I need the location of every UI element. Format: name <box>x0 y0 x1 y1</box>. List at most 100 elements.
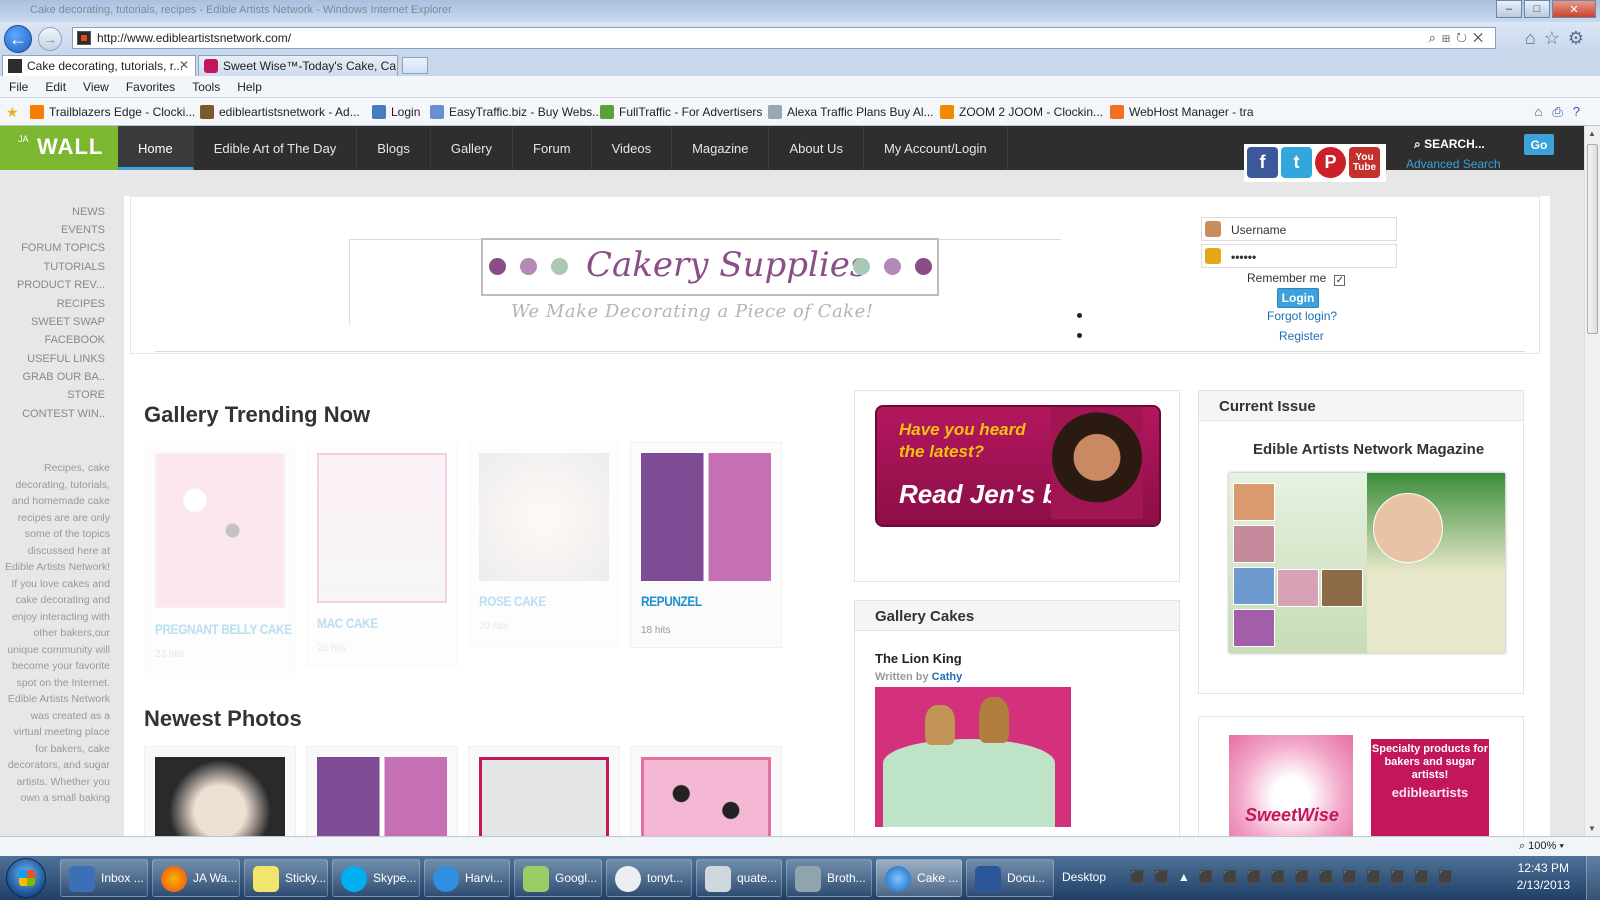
specialty-products-ad[interactable]: Specialty products for bakers and sugar … <box>1371 739 1489 836</box>
photo-thumbnail[interactable] <box>641 757 771 836</box>
desktop-toolbar[interactable]: Desktop <box>1062 870 1106 884</box>
photo-thumbnail[interactable] <box>479 757 609 836</box>
gallery-card[interactable]: ROSE CAKE 20 hits <box>468 442 620 648</box>
stop-icon[interactable]: ✕ <box>1473 30 1489 45</box>
gallery-title[interactable]: PREGNANT BELLY CAKE <box>155 621 292 637</box>
sidebar-item-useful-links[interactable]: USEFUL LINKS <box>27 353 105 365</box>
taskbar-item-word[interactable]: Docu... <box>966 859 1054 897</box>
close-tab-icon[interactable]: ✕ <box>179 58 189 72</box>
favorite-link[interactable]: Alexa Traffic Plans Buy Al... <box>768 105 934 119</box>
site-logo[interactable]: JA WALL <box>0 126 118 170</box>
minimize-button[interactable]: – <box>1496 0 1522 18</box>
gallery-thumbnail[interactable] <box>479 453 609 581</box>
show-desktop-button[interactable] <box>1586 856 1600 900</box>
author-link[interactable]: Cathy <box>932 671 963 683</box>
photo-thumbnail[interactable] <box>155 757 285 836</box>
page-scrollbar[interactable]: ▲ ▼ <box>1584 126 1600 836</box>
cakery-supplies-banner[interactable]: Cakery Supplies <box>481 238 939 296</box>
gear-icon[interactable]: ⚙ <box>1568 28 1592 48</box>
sidebar-item-events[interactable]: EVENTS <box>61 224 105 236</box>
facebook-icon[interactable]: f <box>1247 147 1278 178</box>
gallery-thumbnail[interactable] <box>317 453 447 603</box>
tab-cake-decorating[interactable]: Cake decorating, tutorials, r... ✕ <box>2 55 196 76</box>
password-field[interactable]: •••••• <box>1201 244 1397 268</box>
favorites-star-icon[interactable]: ☆ <box>1544 28 1568 48</box>
print-icon[interactable]: ⎙ <box>1552 104 1572 119</box>
sidebar-item-tutorials[interactable]: TUTORIALS <box>43 261 105 273</box>
scroll-down-icon[interactable]: ▼ <box>1588 824 1596 833</box>
taskbar-item-inbox[interactable]: Inbox ... <box>60 859 148 897</box>
taskbar-clock[interactable]: 12:43 PM 2/13/2013 <box>1517 860 1570 894</box>
taskbar-item-firefox[interactable]: JA Wa... <box>152 859 240 897</box>
menu-tools[interactable]: Tools <box>183 76 228 94</box>
address-url[interactable]: http://www.edibleartistsnetwork.com/ <box>97 31 291 45</box>
gallery-cake-title[interactable]: The Lion King <box>875 651 962 666</box>
zoom-level[interactable]: ⌕ 100% ▾ <box>1519 840 1564 853</box>
pinterest-icon[interactable]: P <box>1315 147 1346 178</box>
sidebar-item-forum-topics[interactable]: FORUM TOPICS <box>21 242 105 254</box>
jen-blog-ad[interactable]: Have you heard the latest? Read Jen's blo… <box>875 405 1161 527</box>
sidebar-item-recipes[interactable]: RECIPES <box>57 298 105 310</box>
scroll-up-icon[interactable]: ▲ <box>1588 129 1596 138</box>
youtube-icon[interactable]: You Tube <box>1349 147 1380 178</box>
nav-videos[interactable]: Videos <box>592 126 673 170</box>
sidebar-item-facebook[interactable]: FACEBOOK <box>44 334 105 346</box>
forward-button[interactable]: → <box>38 27 62 51</box>
compat-view-icon[interactable]: ⊞ <box>1442 30 1456 45</box>
start-button[interactable] <box>6 858 46 898</box>
menu-edit[interactable]: Edit <box>36 76 74 94</box>
favorites-star-icon[interactable]: ★ <box>6 104 19 121</box>
maximize-button[interactable]: □ <box>1524 0 1550 18</box>
help-icon[interactable]: ? <box>1573 104 1590 119</box>
register-link[interactable]: Register <box>1279 329 1324 343</box>
taskbar-item-tonyt[interactable]: tonyt... <box>606 859 692 897</box>
gallery-thumbnail[interactable] <box>641 453 771 581</box>
scrollbar-thumb[interactable] <box>1587 144 1598 334</box>
login-button[interactable]: Login <box>1277 288 1319 308</box>
favorite-link[interactable]: edibleartistsnetwork - Ad... <box>200 105 360 119</box>
gallery-title[interactable]: REPUNZEL <box>641 593 702 609</box>
taskbar-item-brother[interactable]: Broth... <box>786 859 872 897</box>
gallery-card[interactable]: PREGNANT BELLY CAKE 23 hits <box>144 442 296 678</box>
menu-favorites[interactable]: Favorites <box>117 76 183 94</box>
tab-sweet-wise[interactable]: Sweet Wise™-Today's Cake, Ca... <box>198 55 398 76</box>
username-field[interactable]: Username <box>1201 217 1397 241</box>
nav-magazine[interactable]: Magazine <box>672 126 770 170</box>
newest-photo-card[interactable] <box>144 746 296 836</box>
twitter-icon[interactable]: t <box>1281 147 1312 178</box>
magazine-title[interactable]: Edible Artists Network Magazine <box>1253 441 1484 458</box>
new-tab-button[interactable] <box>402 57 428 74</box>
gallery-card[interactable]: REPUNZEL 18 hits <box>630 442 782 648</box>
sidebar-item-store[interactable]: STORE <box>67 389 105 401</box>
nav-forum[interactable]: Forum <box>513 126 592 170</box>
gallery-card[interactable]: MAC CAKE 26 hits <box>306 442 458 668</box>
search-icon[interactable]: ⌕ <box>1429 30 1442 45</box>
newest-photo-card[interactable] <box>630 746 782 836</box>
sidebar-item-product-reviews[interactable]: PRODUCT REV... <box>17 279 105 291</box>
refresh-icon[interactable]: ↻ <box>1456 30 1473 45</box>
sweetwise-ad[interactable]: SweetWise <box>1229 735 1353 836</box>
favorite-link[interactable]: ZOOM 2 JOOM - Clockin... <box>940 105 1103 119</box>
site-search[interactable]: ⌕ SEARCH... <box>1414 137 1485 152</box>
favorite-link[interactable]: EasyTraffic.biz - Buy Webs... <box>430 105 602 119</box>
system-tray-icons[interactable]: ⬛⬛▲⬛⬛⬛⬛⬛⬛⬛⬛⬛⬛⬛ <box>1130 870 1462 884</box>
sidebar-item-contest-winners[interactable]: CONTEST WIN.. <box>22 408 105 420</box>
gallery-title[interactable]: MAC CAKE <box>317 615 378 631</box>
newest-photo-card[interactable] <box>468 746 620 836</box>
taskbar-item-sticky[interactable]: Sticky... <box>244 859 328 897</box>
sidebar-item-grab-our-badge[interactable]: GRAB OUR BA.. <box>22 371 105 383</box>
taskbar-item-harvi[interactable]: Harvi... <box>424 859 510 897</box>
taskbar-item-skype[interactable]: Skype... <box>332 859 420 897</box>
address-bar[interactable]: http://www.edibleartistsnetwork.com/ ⌕⊞↻… <box>72 27 1496 49</box>
remember-checkbox[interactable]: ✓ <box>1334 275 1346 286</box>
favorite-link[interactable]: FullTraffic - For Advertisers <box>600 105 762 119</box>
magazine-cover[interactable] <box>1229 473 1505 653</box>
menu-help[interactable]: Help <box>228 76 270 94</box>
newest-photo-card[interactable] <box>306 746 458 836</box>
nav-edible-art[interactable]: Edible Art of The Day <box>194 126 358 170</box>
menu-file[interactable]: File <box>0 76 36 94</box>
home-icon[interactable]: ⌂ <box>1535 104 1553 119</box>
menu-view[interactable]: View <box>74 76 117 94</box>
nav-about[interactable]: About Us <box>769 126 864 170</box>
gallery-title[interactable]: ROSE CAKE <box>479 593 546 609</box>
